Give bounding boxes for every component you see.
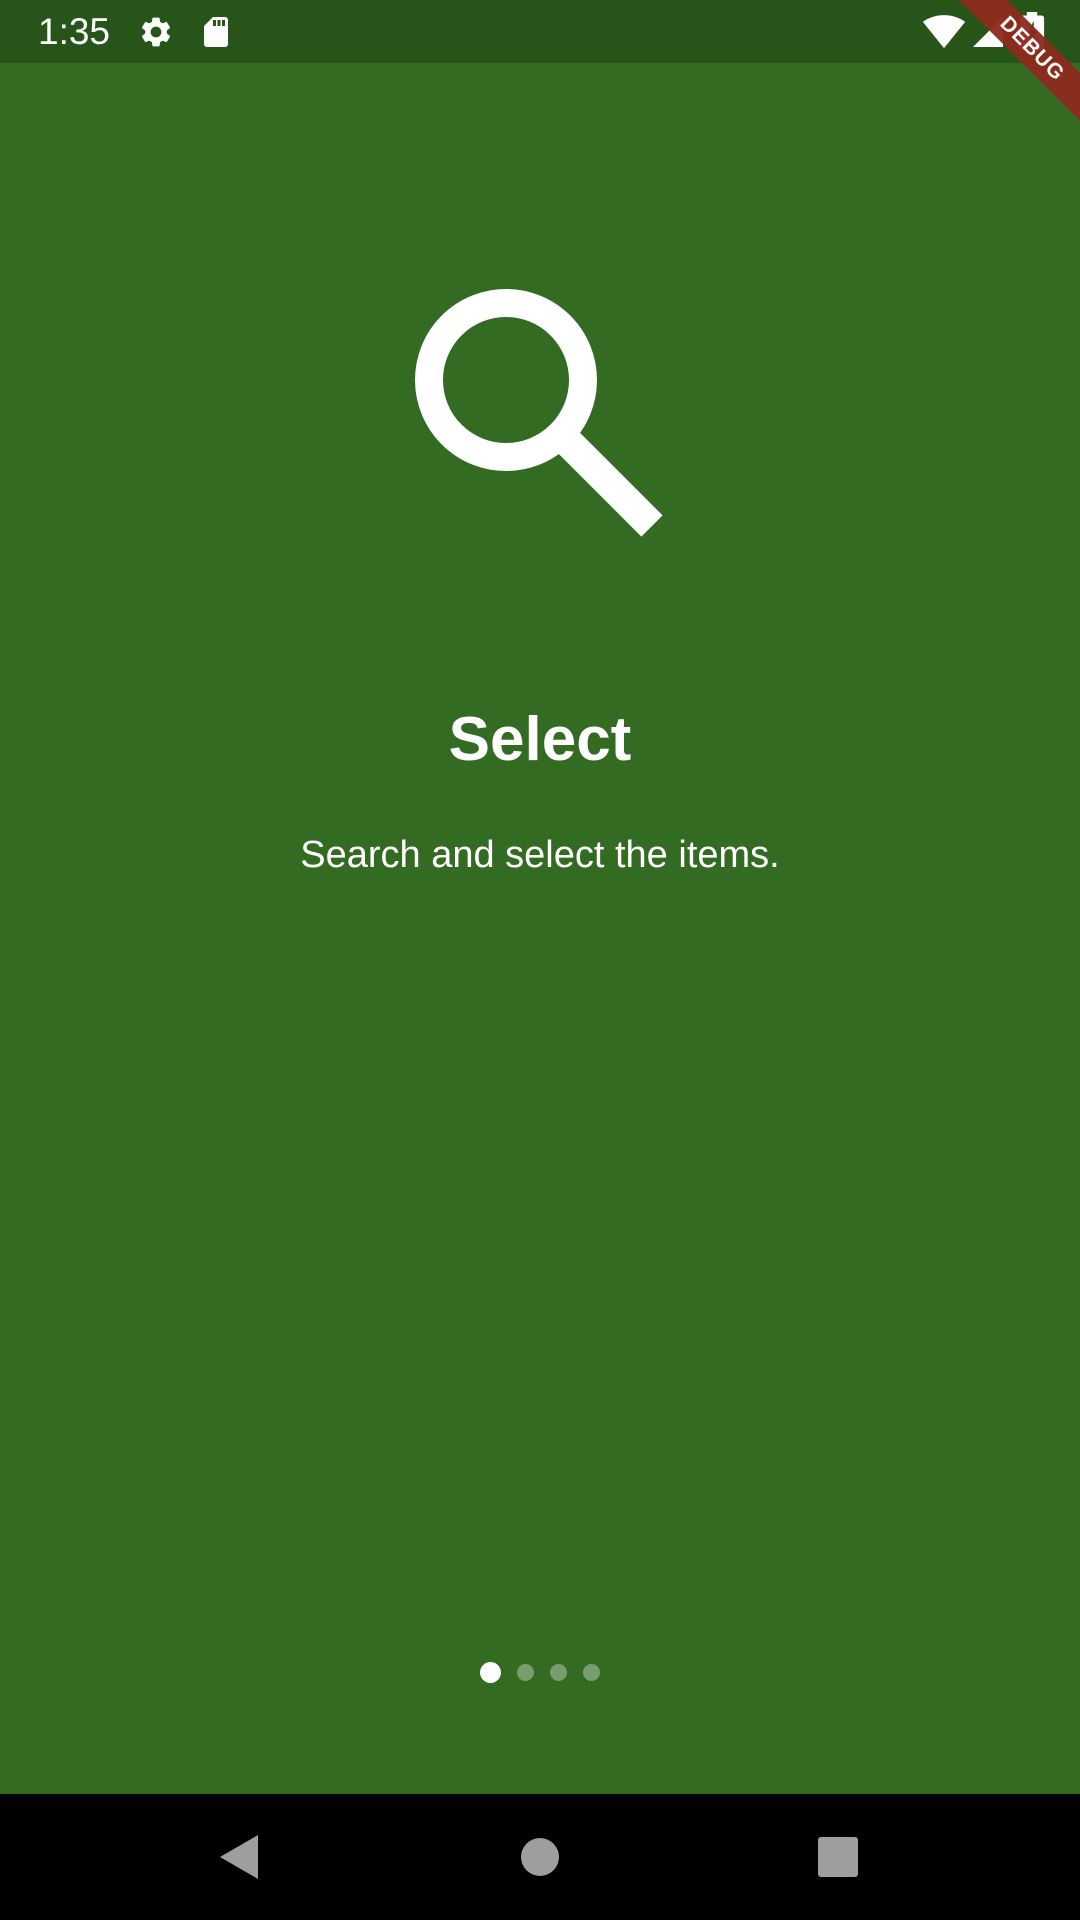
- status-time: 1:35: [38, 11, 111, 52]
- page-title: Select: [448, 705, 632, 774]
- page-dot-1[interactable]: [480, 1661, 501, 1683]
- recents-icon[interactable]: [808, 1827, 868, 1887]
- page-dot-4[interactable]: [583, 1663, 600, 1681]
- gear-icon: [138, 14, 174, 50]
- page-dot-3[interactable]: [550, 1663, 567, 1681]
- page-subtitle: Search and select the items.: [300, 834, 780, 876]
- page-indicator: [0, 1660, 1080, 1684]
- back-icon[interactable]: [210, 1827, 270, 1887]
- home-icon[interactable]: [510, 1827, 570, 1887]
- status-bar: 1:35: [0, 0, 1080, 63]
- onboarding-screen: 1:35 DEBUG Select Search and select the …: [0, 0, 1080, 1920]
- navigation-bar: [0, 1794, 1080, 1920]
- search-icon: [408, 282, 672, 546]
- page-dot-2[interactable]: [517, 1663, 534, 1681]
- wifi-icon: [922, 14, 966, 50]
- sd-card-icon: [198, 14, 234, 50]
